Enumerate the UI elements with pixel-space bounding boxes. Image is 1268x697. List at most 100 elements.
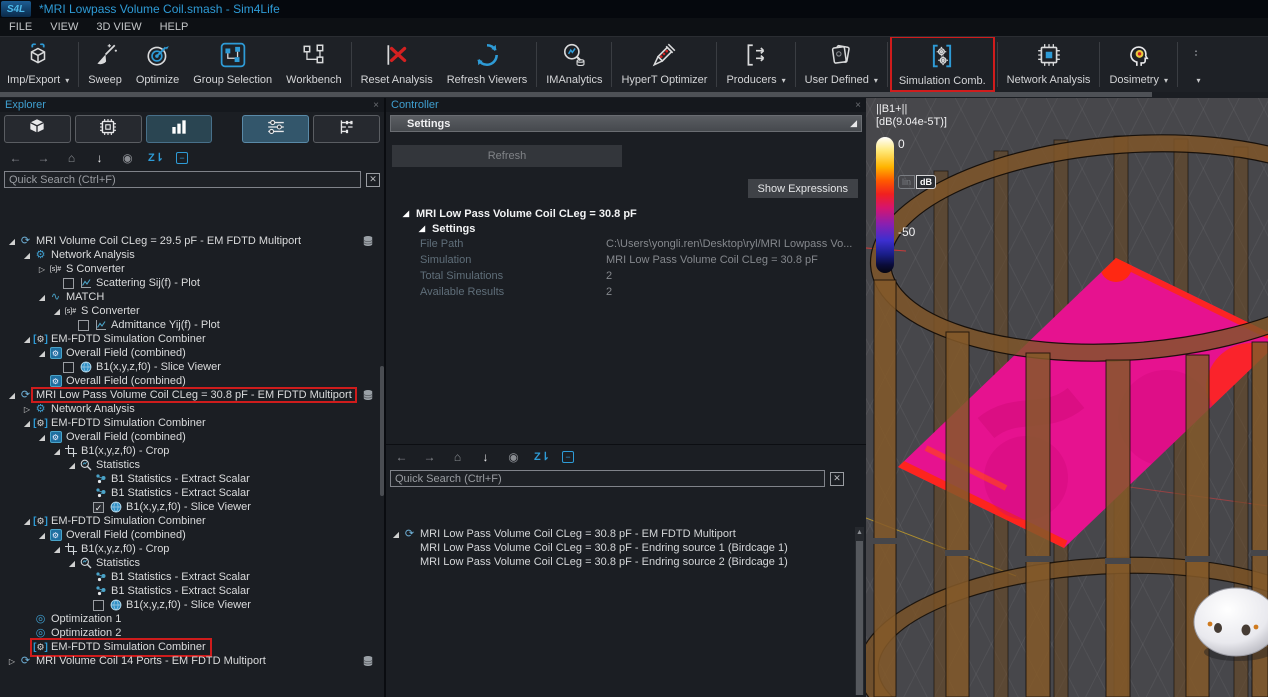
view-button-simulation-view[interactable] [75, 115, 142, 143]
chevron-down-icon[interactable]: ▾ [1196, 76, 1200, 85]
settings-tree-root[interactable]: ◢ MRI Low Pass Volume Coil CLeg = 30.8 p… [386, 206, 866, 221]
toolbar-item-dosimetry[interactable]: Dosimetry▾ [1102, 37, 1175, 92]
tree-row[interactable]: ◢⚙Network Analysis [0, 248, 382, 262]
expander-open-icon[interactable]: ◢ [66, 461, 78, 470]
toolbar-item-reset-analysis[interactable]: Reset Analysis [354, 37, 440, 92]
expander-open-icon[interactable]: ◢ [416, 224, 428, 233]
tree-row[interactable]: B1 Statistics - Extract Scalar [0, 570, 382, 584]
expander-open-icon[interactable]: ◢ [6, 237, 18, 246]
view-button-filter-view[interactable] [242, 115, 309, 143]
tree-row[interactable]: ◢[⚙]EM-FDTD Simulation Combiner [0, 332, 382, 346]
controller-forward-icon[interactable]: → [422, 450, 437, 464]
explorer-close-icon[interactable]: × [373, 100, 379, 111]
controller-down-icon[interactable]: ↓ [478, 450, 493, 464]
controller-sort-icon[interactable]: Z⇂ [534, 450, 549, 464]
settings-tree-settings[interactable]: ◢ Settings [386, 221, 866, 236]
explorer-home-icon[interactable]: ⌂ [64, 151, 79, 165]
controller-collapse-icon[interactable]: − [562, 451, 574, 463]
expander-open-icon[interactable]: ◢ [21, 251, 33, 260]
expander-closed-icon[interactable]: ▷ [36, 265, 48, 274]
tree-row[interactable]: ◢B1(x,y,z,f0) - Crop [0, 542, 382, 556]
db-scale-button[interactable]: dB [916, 175, 936, 189]
toolbar-item-network-analysis[interactable]: Network Analysis [1000, 37, 1098, 92]
tree-row[interactable]: ▷⚙Network Analysis [0, 402, 382, 416]
chevron-down-icon[interactable]: ▾ [1164, 76, 1168, 85]
toolbar-item-producers[interactable]: Producers▾ [719, 37, 792, 92]
refresh-button[interactable]: Refresh [392, 145, 622, 167]
tree-row[interactable]: ◢[⚙]EM-FDTD Simulation Combiner [0, 514, 382, 528]
linear-scale-button[interactable]: lin [898, 175, 915, 189]
toolbar-item-imanalytics[interactable]: IMAnalytics [539, 37, 609, 92]
chevron-down-icon[interactable]: ▾ [874, 76, 878, 85]
expander-open-icon[interactable]: ◢ [36, 349, 48, 358]
expander-open-icon[interactable]: ◢ [51, 447, 63, 456]
source-list-row[interactable]: ◢⟳MRI Low Pass Volume Coil CLeg = 30.8 p… [386, 527, 866, 541]
explorer-search-input[interactable] [4, 171, 361, 188]
expander-open-icon[interactable]: ◢ [21, 335, 33, 344]
tree-row[interactable]: ◢⚙Overall Field (combined) [0, 346, 382, 360]
expander-open-icon[interactable]: ◢ [21, 517, 33, 526]
toolbar-item-workbench[interactable]: Workbench [279, 37, 348, 92]
tree-row[interactable]: ◢⟳MRI Low Pass Volume Coil CLeg = 30.8 p… [0, 388, 382, 402]
source-list-row[interactable]: MRI Low Pass Volume Coil CLeg = 30.8 pF … [386, 541, 866, 555]
tree-row[interactable]: ◢[s]#S Converter [0, 304, 382, 318]
controller-search-input[interactable] [390, 470, 825, 487]
checkbox[interactable]: ✓ [93, 502, 104, 513]
tree-row[interactable]: B1(x,y,z,f0) - Slice Viewer [0, 598, 382, 612]
3d-viewport[interactable]: ||B1+|| [dB(9.04e-5T)] 0 lin dB -50 [866, 98, 1268, 697]
expander-closed-icon[interactable]: ▷ [21, 405, 33, 414]
controller-close-icon[interactable]: × [855, 100, 861, 111]
view-button-analysis-view[interactable] [146, 115, 213, 143]
toolbar-item-hypert-optimizer[interactable]: HyperT Optimizer [614, 37, 714, 92]
controller-eye-icon[interactable]: ◉ [506, 450, 521, 464]
tree-row[interactable]: ◎Optimization 2 [0, 626, 382, 640]
expander-closed-icon[interactable]: ▷ [6, 657, 18, 666]
tree-row[interactable]: B1 Statistics - Extract Scalar [0, 486, 382, 500]
toolbar-item-item[interactable]: ▾ [1180, 37, 1212, 92]
tree-row[interactable]: ◢B1(x,y,z,f0) - Crop [0, 444, 382, 458]
expander-open-icon[interactable]: ◢ [6, 391, 18, 400]
tree-row[interactable]: Admittance Yij(f) - Plot [0, 318, 382, 332]
expander-open-icon[interactable]: ◢ [36, 293, 48, 302]
controller-search-clear-icon[interactable]: ✕ [830, 472, 844, 486]
tree-row[interactable]: ◢Statistics [0, 458, 382, 472]
expander-open-icon[interactable]: ◢ [21, 419, 33, 428]
view-button-model-view[interactable] [4, 115, 71, 143]
tree-row[interactable]: ▷⟳MRI Volume Coil 14 Ports - EM FDTD Mul… [0, 654, 382, 668]
tree-row[interactable]: ✓B1(x,y,z,f0) - Slice Viewer [0, 500, 382, 514]
checkbox[interactable] [78, 320, 89, 331]
explorer-down-icon[interactable]: ↓ [92, 151, 107, 165]
view-button-pipeline-view[interactable] [313, 115, 380, 143]
tree-row[interactable]: ◢⚙Overall Field (combined) [0, 430, 382, 444]
toolbar-item-group-selection[interactable]: Group Selection [186, 37, 279, 92]
tree-row[interactable]: ◢⟳MRI Volume Coil CLeg = 29.5 pF - EM FD… [0, 234, 382, 248]
tree-row[interactable]: B1(x,y,z,f0) - Slice Viewer [0, 360, 382, 374]
scroll-up-icon[interactable]: ▲ [855, 527, 864, 539]
checkbox[interactable] [63, 362, 74, 373]
settings-section-header[interactable]: Settings ◢ [390, 115, 862, 132]
tree-row[interactable]: [⚙]EM-FDTD Simulation Combiner [0, 640, 382, 654]
expander-open-icon[interactable]: ◢ [36, 531, 48, 540]
tree-row[interactable]: ◢⚙Overall Field (combined) [0, 528, 382, 542]
toolbar-item-imp-export[interactable]: Imp/Export▾ [0, 37, 76, 92]
expander-open-icon[interactable]: ◢ [400, 209, 412, 218]
explorer-collapse-icon[interactable]: − [176, 152, 188, 164]
tree-row[interactable]: ◢[⚙]EM-FDTD Simulation Combiner [0, 416, 382, 430]
explorer-eye-icon[interactable]: ◉ [120, 151, 135, 165]
toolbar-item-optimize[interactable]: Optimize [129, 37, 186, 92]
menu-item-3d-view[interactable]: 3D VIEW [87, 18, 150, 36]
menu-item-help[interactable]: HELP [151, 18, 198, 36]
toolbar-item-refresh-viewers[interactable]: Refresh Viewers [440, 37, 535, 92]
toolbar-item-sweep[interactable]: Sweep [81, 37, 129, 92]
controller-home-icon[interactable]: ⌂ [450, 450, 465, 464]
expander-open-icon[interactable]: ◢ [36, 433, 48, 442]
checkbox[interactable] [93, 600, 104, 611]
tree-row[interactable]: B1 Statistics - Extract Scalar [0, 472, 382, 486]
expander-open-icon[interactable]: ◢ [390, 530, 402, 539]
explorer-scrollbar[interactable] [380, 366, 384, 496]
expander-open-icon[interactable]: ◢ [66, 559, 78, 568]
expander-open-icon[interactable]: ◢ [51, 307, 63, 316]
explorer-forward-icon[interactable]: → [36, 151, 51, 165]
tree-row[interactable]: ◢Statistics [0, 556, 382, 570]
explorer-back-icon[interactable]: ← [8, 151, 23, 165]
